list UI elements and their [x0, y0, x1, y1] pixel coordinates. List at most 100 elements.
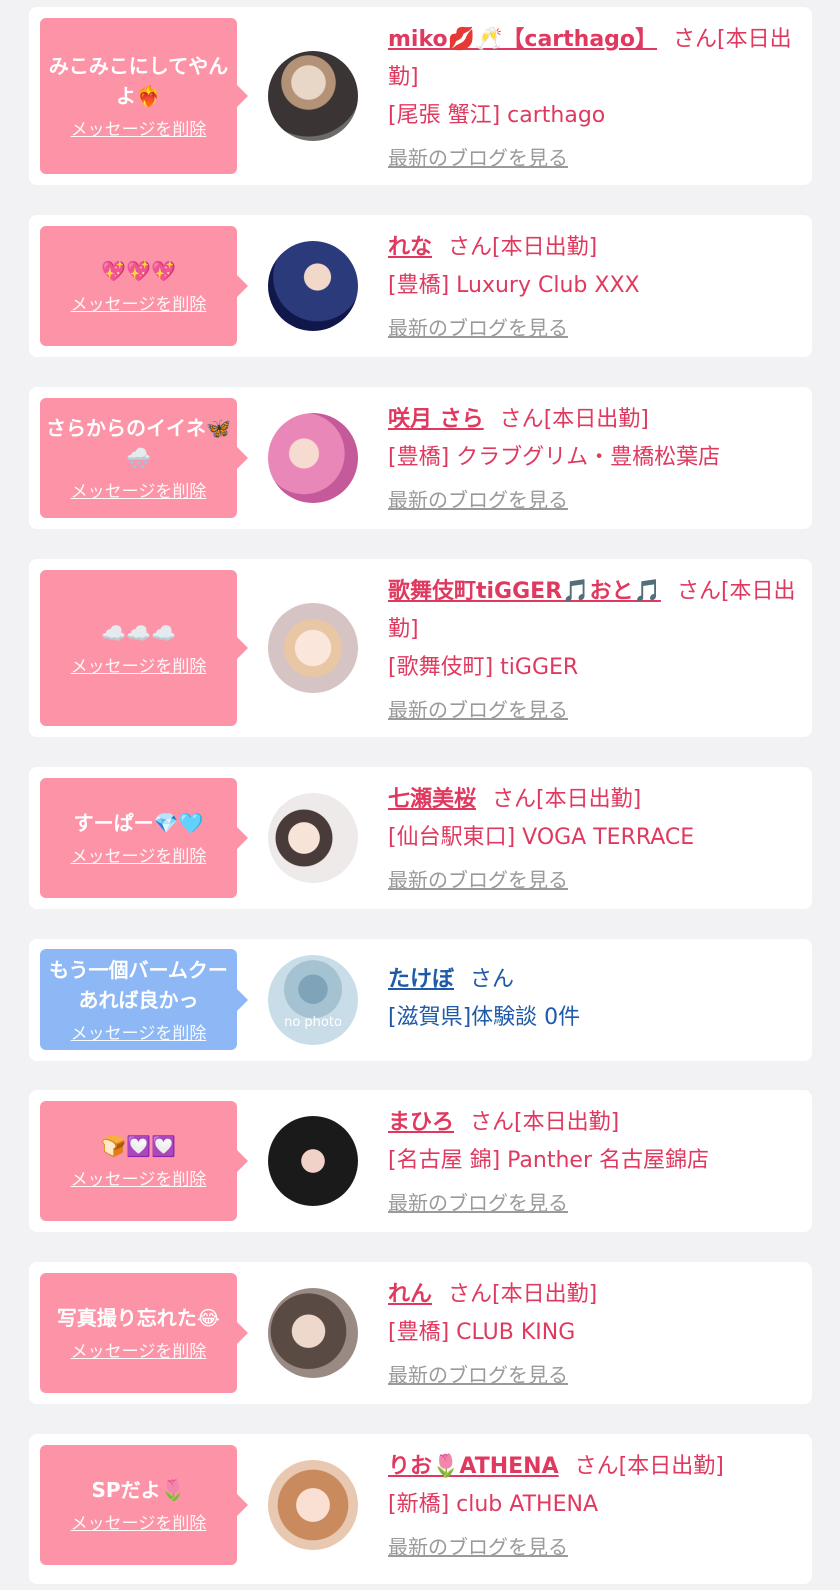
honorific: さん — [448, 235, 493, 260]
message-text: 🍞💟💟 — [101, 1134, 176, 1158]
latest-blog-link[interactable]: 最新のブログを見る — [388, 311, 568, 345]
message-card: さらからのイイネ🦋🌨️ メッセージを削除 咲月 さら さん[本日出勤] [豊橋] … — [29, 387, 812, 529]
message-bubble: みこみこにしてやんよ❤️‍🔥 メッセージを削除 — [40, 18, 248, 174]
name-line: りお🌷ATHENA さん[本日出勤] — [388, 1448, 798, 1486]
message-text: 写真撮り忘れた😂 — [56, 1306, 221, 1330]
honorific: さん — [574, 1454, 619, 1479]
profile-name-link[interactable]: 七瀬美桜 — [388, 787, 476, 812]
delete-message-link[interactable]: メッセージを削除 — [71, 1023, 207, 1045]
message-text: みこみこにしてやんよ❤️‍🔥 — [48, 54, 229, 108]
name-line: 咲月 さら さん[本日出勤] — [388, 401, 798, 439]
profile-name-link[interactable]: 咲月 さら — [388, 407, 484, 432]
honorific: さん — [673, 27, 718, 52]
latest-blog-link[interactable]: 最新のブログを見る — [388, 483, 568, 517]
latest-blog-link[interactable]: 最新のブログを見る — [388, 1530, 568, 1564]
delete-message-link[interactable]: メッセージを削除 — [71, 294, 207, 316]
message-text: もう一個バームクーあれば良かっ — [49, 957, 228, 1012]
message-bubble: 💖💖💖 メッセージを削除 — [40, 226, 248, 346]
honorific: さん — [470, 967, 515, 992]
shop-info: [豊橋] クラブグリム・豊橋松葉店 — [388, 445, 721, 470]
profile-info: 歌舞伎町tiGGER🎵おと🎵 さん[本日出勤] [歌舞伎町] tiGGER 最新の… — [388, 573, 798, 727]
profile-info: まひろ さん[本日出勤] [名古屋 錦] Panther 名古屋錦店 最新のブログ… — [388, 1104, 798, 1220]
shop-info: [名古屋 錦] Panther 名古屋錦店 — [388, 1148, 709, 1173]
avatar[interactable] — [268, 413, 358, 503]
avatar[interactable] — [268, 1116, 358, 1206]
message-bubble: さらからのイイネ🦋🌨️ メッセージを削除 — [40, 398, 248, 518]
avatar[interactable] — [268, 793, 358, 883]
work-status: [本日出勤] — [492, 1282, 598, 1307]
message-card: 💖💖💖 メッセージを削除 れな さん[本日出勤] [豊橋] Luxury Club… — [29, 215, 812, 357]
profile-info: れな さん[本日出勤] [豊橋] Luxury Club XXX 最新のブログを見… — [388, 229, 798, 345]
work-status: [本日出勤] — [492, 235, 598, 260]
profile-name-link[interactable]: miko💋🥂【carthago】 — [388, 27, 657, 52]
latest-blog-link[interactable]: 最新のブログを見る — [388, 141, 568, 175]
no-photo-text: no photo — [284, 1015, 342, 1030]
work-status: [本日出勤] — [536, 787, 642, 812]
work-status: [本日出勤] — [543, 407, 649, 432]
message-card: ☁️☁️☁️ メッセージを削除 歌舞伎町tiGGER🎵おと🎵 さん[本日出勤] [… — [29, 559, 812, 737]
work-status: [本日出勤] — [514, 1110, 620, 1135]
honorific: さん — [448, 1282, 493, 1307]
profile-name-link[interactable]: れん — [388, 1282, 432, 1307]
honorific: さん — [470, 1110, 515, 1135]
name-line: まひろ さん[本日出勤] — [388, 1104, 798, 1142]
profile-name-link[interactable]: たけぼ — [388, 967, 454, 992]
message-bubble: SPだよ🌷 メッセージを削除 — [40, 1445, 248, 1565]
honorific: さん — [499, 407, 544, 432]
message-list: みこみこにしてやんよ❤️‍🔥 メッセージを削除 miko💋🥂【carthago】… — [0, 0, 840, 1590]
profile-info: りお🌷ATHENA さん[本日出勤] [新橋] club ATHENA 最新のブロ… — [388, 1448, 798, 1564]
avatar[interactable] — [268, 1460, 358, 1550]
delete-message-link[interactable]: メッセージを削除 — [71, 481, 207, 503]
delete-message-link[interactable]: メッセージを削除 — [71, 846, 207, 868]
shop-info: [尾張 蟹江] carthago — [388, 103, 606, 128]
message-text: すーぱー💎🩵 — [73, 811, 204, 835]
latest-blog-link[interactable]: 最新のブログを見る — [388, 693, 568, 727]
message-bubble: ☁️☁️☁️ メッセージを削除 — [40, 570, 248, 726]
name-line: 歌舞伎町tiGGER🎵おと🎵 さん[本日出勤] — [388, 573, 798, 649]
message-bubble: 写真撮り忘れた😂 メッセージを削除 — [40, 1273, 248, 1393]
delete-message-link[interactable]: メッセージを削除 — [71, 1169, 207, 1191]
profile-info: miko💋🥂【carthago】 さん[本日出勤] [尾張 蟹江] carthag… — [388, 21, 798, 175]
name-line: れな さん[本日出勤] — [388, 229, 798, 267]
message-bubble: 🍞💟💟 メッセージを削除 — [40, 1101, 248, 1221]
profile-name-link[interactable]: 歌舞伎町tiGGER🎵おと🎵 — [388, 579, 661, 604]
delete-message-link[interactable]: メッセージを削除 — [71, 1513, 207, 1535]
message-card: SPだよ🌷 メッセージを削除 りお🌷ATHENA さん[本日出勤] [新橋] cl… — [29, 1434, 812, 1584]
name-line: 七瀬美桜 さん[本日出勤] — [388, 781, 798, 819]
profile-info: れん さん[本日出勤] [豊橋] CLUB KING 最新のブログを見る — [388, 1276, 798, 1392]
message-card: みこみこにしてやんよ❤️‍🔥 メッセージを削除 miko💋🥂【carthago】… — [29, 7, 812, 185]
profile-name-link[interactable]: まひろ — [388, 1110, 454, 1135]
delete-message-link[interactable]: メッセージを削除 — [71, 656, 207, 678]
name-line: たけぼ さん — [388, 961, 798, 999]
avatar[interactable] — [268, 1288, 358, 1378]
message-text: ☁️☁️☁️ — [101, 621, 176, 645]
message-text: 💖💖💖 — [101, 259, 176, 283]
message-text: さらからのイイネ🦋🌨️ — [46, 416, 231, 470]
shop-info: [歌舞伎町] tiGGER — [388, 655, 579, 680]
shop-info: [新橋] club ATHENA — [388, 1492, 598, 1517]
delete-message-link[interactable]: メッセージを削除 — [71, 1341, 207, 1363]
delete-message-link[interactable]: メッセージを削除 — [71, 119, 207, 141]
message-bubble: すーぱー💎🩵 メッセージを削除 — [40, 778, 248, 898]
message-text: SPだよ🌷 — [91, 1478, 186, 1502]
message-bubble: もう一個バームクーあれば良かっ メッセージを削除 — [40, 949, 248, 1050]
profile-name-link[interactable]: れな — [388, 235, 432, 260]
avatar[interactable] — [268, 51, 358, 141]
shop-info: [豊橋] CLUB KING — [388, 1320, 576, 1345]
message-card: 🍞💟💟 メッセージを削除 まひろ さん[本日出勤] [名古屋 錦] Panther… — [29, 1090, 812, 1232]
latest-blog-link[interactable]: 最新のブログを見る — [388, 863, 568, 897]
avatar[interactable] — [268, 603, 358, 693]
avatar[interactable] — [268, 241, 358, 331]
shop-info: [仙台駅東口] VOGA TERRACE — [388, 825, 695, 850]
profile-name-link[interactable]: りお🌷ATHENA — [388, 1454, 559, 1479]
message-card: すーぱー💎🩵 メッセージを削除 七瀬美桜 さん[本日出勤] [仙台駅東口] VOG… — [29, 767, 812, 909]
shop-info: [滋賀県]体験談 0件 — [388, 1005, 581, 1030]
latest-blog-link[interactable]: 最新のブログを見る — [388, 1358, 568, 1392]
profile-info: 咲月 さら さん[本日出勤] [豊橋] クラブグリム・豊橋松葉店 最新のブログを見… — [388, 401, 798, 517]
work-status: [本日出勤] — [618, 1454, 724, 1479]
latest-blog-link[interactable]: 最新のブログを見る — [388, 1186, 568, 1220]
avatar[interactable]: no photo — [268, 955, 358, 1045]
name-line: miko💋🥂【carthago】 さん[本日出勤] — [388, 21, 798, 97]
shop-info: [豊橋] Luxury Club XXX — [388, 273, 640, 298]
message-card: もう一個バームクーあれば良かっ メッセージを削除 no photo たけぼ さん … — [29, 939, 812, 1061]
